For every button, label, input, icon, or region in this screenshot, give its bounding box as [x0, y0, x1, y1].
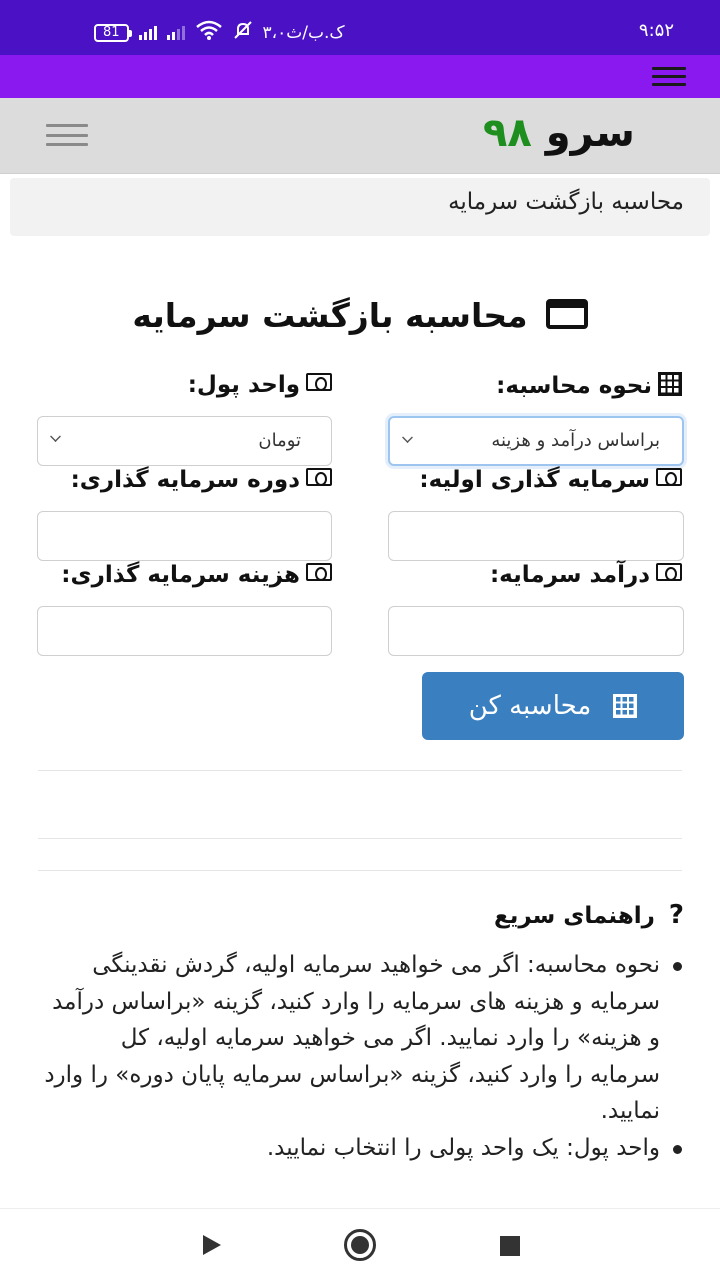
capital-income-label: درآمد سرمایه:	[490, 562, 682, 588]
currency-label: واحد پول:	[188, 372, 332, 398]
investment-period-label: دوره سرمایه گذاری:	[71, 467, 332, 493]
investment-cost-label: هزینه سرمایه گذاری:	[61, 562, 332, 588]
capital-income-input[interactable]	[388, 606, 684, 656]
money-icon	[306, 373, 332, 391]
signal-icon	[138, 25, 157, 40]
wifi-icon	[195, 20, 223, 45]
money-icon	[656, 468, 682, 486]
guide-list: نحوه محاسبه: اگر می خواهید سرمایه اولیه،…	[44, 947, 684, 1166]
status-icons: 81 ۳،۰ک.ب/ث	[94, 20, 345, 45]
divider	[38, 838, 682, 839]
question-icon: ?	[668, 900, 684, 930]
site-menu-icon[interactable]	[46, 124, 88, 146]
app-menu-icon[interactable]	[652, 67, 686, 86]
calculator-icon	[658, 372, 682, 396]
money-icon	[656, 563, 682, 581]
chevron-down-icon	[50, 431, 61, 442]
battery-icon: 81	[94, 23, 132, 42]
guide-item: نحوه محاسبه: اگر می خواهید سرمایه اولیه،…	[44, 947, 684, 1130]
mute-icon	[233, 20, 253, 45]
calc-method-select[interactable]: براساس درآمد و هزینه	[388, 416, 684, 466]
chevron-down-icon	[402, 432, 413, 443]
clock: ۹:۵۲	[638, 20, 674, 41]
currency-select[interactable]: تومان	[37, 416, 332, 466]
status-bar: 81 ۳،۰ک.ب/ث ۹:۵۲	[0, 0, 720, 55]
divider	[38, 870, 682, 871]
system-nav-bar	[0, 1208, 720, 1280]
signal-secondary-icon	[166, 25, 185, 40]
home-icon[interactable]	[344, 1229, 376, 1261]
site-header: سرو ۹۸	[0, 98, 720, 174]
window-icon	[545, 299, 588, 329]
investment-cost-input[interactable]	[37, 606, 332, 656]
site-logo[interactable]: سرو ۹۸	[483, 110, 635, 156]
network-speed: ۳،۰ک.ب/ث	[262, 22, 345, 43]
guide-item: واحد پول: یک واحد پولی را انتخاب نمایید.	[44, 1130, 684, 1167]
money-icon	[306, 563, 332, 581]
investment-period-input[interactable]	[37, 511, 332, 561]
divider	[38, 770, 682, 771]
page-title: محاسبه بازگشت سرمایه	[0, 296, 720, 335]
initial-investment-input[interactable]	[388, 511, 684, 561]
recent-apps-icon[interactable]	[500, 1236, 520, 1256]
breadcrumb: محاسبه بازگشت سرمایه	[10, 178, 710, 236]
back-icon[interactable]	[203, 1235, 221, 1255]
guide-title: ?راهنمای سریع	[494, 900, 684, 930]
app-bar	[0, 55, 720, 98]
calculate-button[interactable]: محاسبه کن	[422, 672, 684, 740]
calc-method-label: نحوه محاسبه:	[496, 372, 682, 399]
money-icon	[306, 468, 332, 486]
initial-investment-label: سرمایه گذاری اولیه:	[419, 467, 682, 493]
calculator-icon	[613, 694, 638, 718]
